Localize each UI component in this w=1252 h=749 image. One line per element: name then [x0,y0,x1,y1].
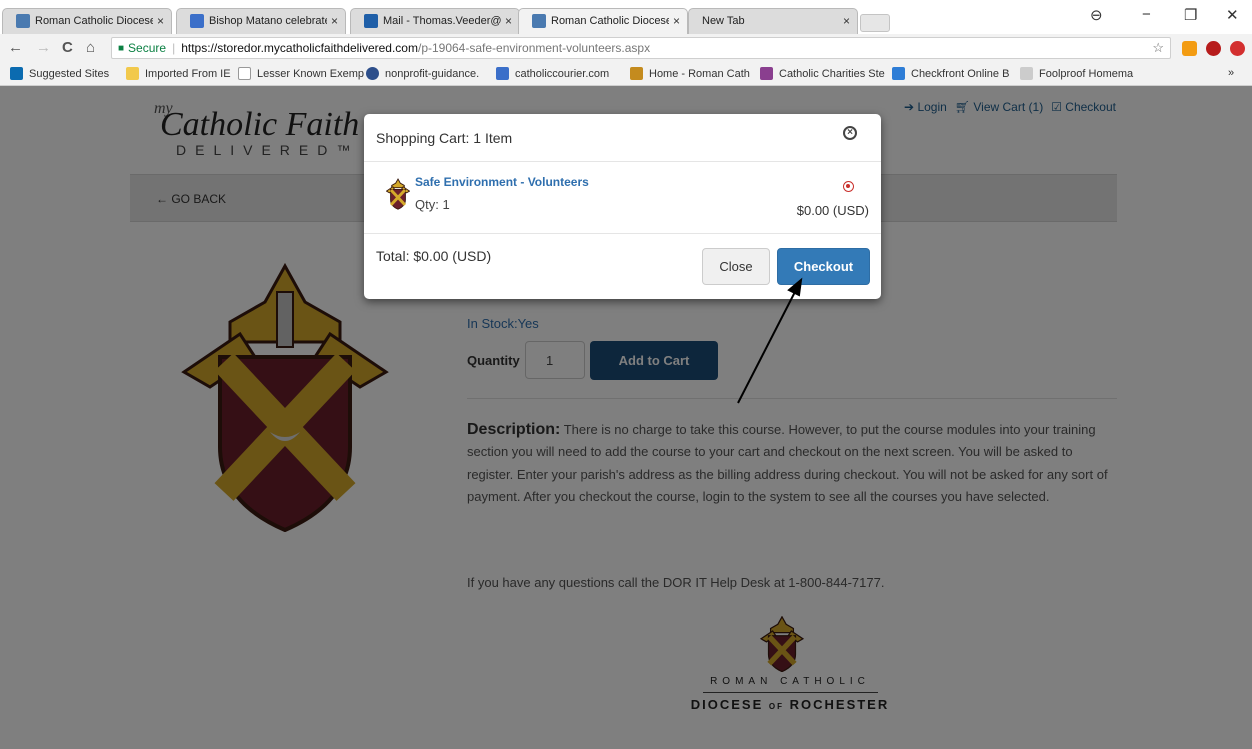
address-separator: | [172,41,176,55]
courier-favicon-icon [190,14,204,28]
diocese-favicon-icon [16,14,30,28]
bookmark-label: Imported From IE [145,67,231,80]
lock-icon: ■ [118,42,125,54]
reload-icon[interactable]: C [62,39,73,56]
bookmarks-bar: Suggested Sites Imported From IE Lesser … [0,62,1252,86]
browser-toolbar: ← → C ⌂ ■ Secure | https://storedor.myca… [0,34,1252,62]
tab-close-icon[interactable]: × [157,14,164,28]
diocese-favicon-icon [532,14,546,28]
bookmark-label: Suggested Sites [29,67,110,80]
crest-icon [630,67,643,80]
restore-icon[interactable]: ❐ [1184,6,1197,24]
bookmark-label: nonprofit-guidance. [385,67,480,80]
close-icon[interactable]: × [843,126,857,140]
tab-close-icon[interactable]: × [505,14,512,28]
home-icon[interactable]: ⌂ [86,39,95,56]
cart-item-name[interactable]: Safe Environment - Volunteers [415,175,589,189]
browser-tab-strip: Roman Catholic Diocese × Bishop Matano c… [0,0,1252,34]
item-crest-icon [386,178,410,210]
checkout-button[interactable]: Checkout [777,248,870,285]
globe-icon [366,67,379,80]
tab-title: Mail - Thomas.Veeder@ [383,15,501,27]
tab-close-icon[interactable]: × [843,14,850,28]
new-tab-button[interactable] [860,14,890,32]
browser-tab[interactable]: Roman Catholic Diocese × [2,8,172,34]
feather-icon [1020,67,1033,80]
minimize-icon[interactable]: − [1142,6,1151,23]
modal-title: Shopping Cart: 1 Item [376,130,513,146]
close-button[interactable]: Close [702,248,770,285]
browser-tab[interactable]: New Tab × [688,8,858,34]
adblock-icon[interactable] [1230,41,1245,56]
folder-icon [126,67,139,80]
bookmark-label: Home - Roman Cath [649,67,750,80]
courier-icon [496,67,509,80]
close-window-icon[interactable]: ✕ [1226,6,1239,24]
back-icon[interactable]: ← [8,39,23,56]
remove-item-icon[interactable] [843,181,854,192]
shopping-cart-modal: Shopping Cart: 1 Item × Safe Environment… [364,114,881,299]
bookmark-item[interactable]: Home - Roman Cath [630,67,750,80]
bookmark-item[interactable]: Checkfront Online B [892,67,1009,80]
tab-title: Bishop Matano celebrate [209,15,327,27]
bookmark-label: Lesser Known Exemp [257,67,364,80]
bookmark-item[interactable]: catholiccourier.com [496,67,609,80]
bookmarks-overflow-icon[interactable]: » [1228,67,1234,79]
url-host: https://storedor.mycatholicfaithdelivere… [181,41,418,55]
bookmark-item[interactable]: Suggested Sites [10,67,109,80]
bookmark-label: catholiccourier.com [515,67,610,80]
profile-icon[interactable]: ⊖ [1090,6,1103,24]
url-path: /p-19064-safe-environment-volunteers.asp… [417,41,651,55]
browser-tab[interactable]: Bishop Matano celebrate × [176,8,346,34]
tab-close-icon[interactable]: × [331,14,338,28]
modal-header: Shopping Cart: 1 Item × [364,114,881,162]
browser-tab[interactable]: Mail - Thomas.Veeder@ × [350,8,520,34]
tab-title: Roman Catholic Diocese [35,15,153,27]
bookmark-item[interactable]: Lesser Known Exemp [238,67,364,80]
tab-title: Roman Catholic Diocese [551,15,669,27]
outlook-favicon-icon [364,14,378,28]
cart-item-row: Safe Environment - Volunteers Qty: 1 $0.… [364,162,881,234]
tab-title: New Tab [702,15,745,27]
cart-item-price: $0.00 (USD) [796,203,869,218]
bookmark-item[interactable]: Imported From IE [126,67,231,80]
bookmark-item[interactable]: Foolproof Homema [1020,67,1133,80]
page-icon [238,67,251,80]
bookmark-label: Catholic Charities Ste [779,67,885,80]
tab-close-icon[interactable]: × [673,14,680,28]
cart-total: Total: $0.00 (USD) [376,248,492,264]
forward-icon[interactable]: → [36,39,51,56]
bing-icon [10,67,23,80]
bookmark-item[interactable]: nonprofit-guidance. [366,67,479,80]
browser-tab-active[interactable]: Roman Catholic Diocese × [518,8,688,34]
charities-icon [760,67,773,80]
cart-item-qty: Qty: 1 [415,197,450,212]
secure-label: Secure [128,41,167,55]
ublock-icon[interactable] [1206,41,1221,56]
bookmark-label: Foolproof Homema [1039,67,1134,80]
bookmark-label: Checkfront Online B [911,67,1010,80]
bookmark-star-icon[interactable]: ☆ [1152,40,1164,56]
checkmark-icon [892,67,905,80]
address-bar[interactable]: ■ Secure | https://storedor.mycatholicfa… [111,37,1171,59]
bookmark-item[interactable]: Catholic Charities Ste [760,67,885,80]
extension-icon[interactable] [1182,41,1197,56]
